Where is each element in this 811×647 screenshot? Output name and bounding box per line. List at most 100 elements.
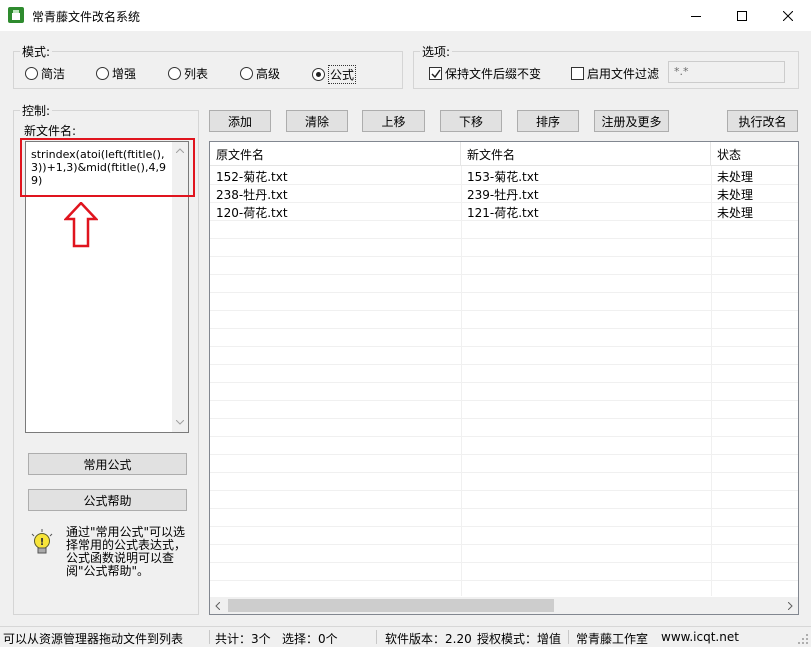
radio-indicator-selected [312,68,325,81]
column-status[interactable]: 状态 [711,142,798,166]
status-separator [568,630,569,644]
row-cell-status: 未处理 [717,169,754,184]
filter-input[interactable]: *.* [668,61,785,83]
radio-indicator [25,67,38,80]
hscroll-thumb[interactable] [228,599,554,612]
close-icon [783,10,793,21]
row-cell-original: 238-牡丹.txt [216,187,288,202]
clear-button[interactable]: 清除 [286,110,348,132]
hint-text: 通过"常用公式"可以选择常用的公式表达式，公式函数说明可以查阅"公式帮助"。 [66,525,187,578]
empty-row [210,239,798,257]
row-cell-status: 未处理 [717,187,754,202]
empty-row [210,437,798,455]
control-label: 控制: [20,102,53,119]
row-cell-original: 152-菊花.txt [216,169,288,184]
file-list-header: 原文件名 新文件名 状态 [210,142,798,166]
move-down-button[interactable]: 下移 [440,110,502,132]
scroll-right-icon [788,602,793,610]
row-cell-new: 121-荷花.txt [467,205,539,220]
status-separator [209,630,210,644]
row-cell-original: 120-荷花.txt [216,205,288,220]
close-button[interactable] [765,0,811,31]
mode-radio-advanced[interactable]: 高级 [240,65,280,82]
up-arrow-icon [64,202,98,248]
column-new-name[interactable]: 新文件名 [461,142,711,166]
status-selected: 选择：0个 [282,632,338,646]
mode-label: 模式: [20,43,53,60]
keep-ext-checkbox[interactable]: 保持文件后缀不变 [429,65,541,82]
radio-label: 增强 [112,67,137,81]
empty-row [210,275,798,293]
column-original-name[interactable]: 原文件名 [210,142,461,166]
empty-row [210,455,798,473]
empty-row [210,383,798,401]
maximize-button[interactable] [719,0,765,31]
mode-radio-list[interactable]: 列表 [168,65,208,82]
status-license: 授权模式：增值 [477,632,562,646]
scroll-left-icon [215,602,220,610]
svg-text:!: ! [40,537,45,548]
table-row[interactable]: 152-菊花.txt 153-菊花.txt 未处理 [210,167,798,185]
empty-row [210,473,798,491]
minimize-icon [691,15,701,17]
common-formula-button[interactable]: 常用公式 [28,453,187,475]
empty-row [210,401,798,419]
status-separator [376,630,377,644]
row-cell-new: 153-菊花.txt [467,169,539,184]
empty-row [210,545,798,563]
sort-button[interactable]: 排序 [517,110,579,132]
window-title: 常青藤文件改名系统 [32,10,141,24]
empty-row [210,419,798,437]
options-label: 选项: [420,43,453,60]
empty-row [210,365,798,383]
scroll-down-icon [176,420,184,425]
empty-row [210,221,798,239]
checkmark-icon [430,69,441,78]
empty-row [210,563,798,581]
execute-rename-button[interactable]: 执行改名 [727,110,798,132]
row-cell-new: 239-牡丹.txt [467,187,539,202]
mode-radio-formula[interactable]: 公式 [312,65,357,84]
mode-radio-simple[interactable]: 简洁 [25,65,65,82]
radio-label: 简洁 [41,67,66,81]
checkbox-label: 启用文件过滤 [587,67,660,81]
radio-label: 列表 [184,67,209,81]
resize-grip-icon[interactable] [797,633,809,645]
register-more-button[interactable]: 注册及更多 [594,110,669,132]
status-version: 软件版本：2.20 [385,632,472,646]
new-name-label: 新文件名: [24,124,77,138]
file-list-hscrollbar[interactable] [210,597,798,614]
radio-indicator [240,67,253,80]
add-button[interactable]: 添加 [209,110,271,132]
radio-label: 公式 [328,65,357,84]
table-row[interactable]: 238-牡丹.txt 239-牡丹.txt 未处理 [210,185,798,203]
empty-row [210,293,798,311]
mode-radio-enhanced[interactable]: 增强 [96,65,136,82]
formula-help-button[interactable]: 公式帮助 [28,489,187,511]
minimize-button[interactable] [673,0,719,31]
file-list[interactable]: 原文件名 新文件名 状态 152-菊花.txt 153-菊花.txt 未处理 238-… [209,141,799,615]
table-row[interactable]: 120-荷花.txt 121-荷花.txt 未处理 [210,203,798,221]
checkbox-indicator [571,67,584,80]
empty-row [210,329,798,347]
status-total: 共计：3个 [215,632,271,646]
status-hint: 可以从资源管理器拖动文件到列表 [3,632,184,646]
radio-indicator [168,67,181,80]
status-bar: 可以从资源管理器拖动文件到列表 共计：3个 选择：0个 软件版本：2.20 授权… [0,626,811,646]
empty-row [210,347,798,365]
row-cell-status: 未处理 [717,205,754,220]
enable-filter-checkbox[interactable]: 启用文件过滤 [571,65,659,82]
lightbulb-icon: ! [31,529,53,554]
app-icon [8,7,24,23]
annotation-box [20,138,195,197]
radio-label: 高级 [256,67,281,81]
empty-row [210,257,798,275]
empty-row [210,491,798,509]
empty-row [210,311,798,329]
empty-row [210,509,798,527]
radio-indicator [96,67,109,80]
status-website[interactable]: www.icqt.net [661,630,739,644]
move-up-button[interactable]: 上移 [362,110,425,132]
checkbox-indicator [429,67,442,80]
status-studio: 常青藤工作室 [576,632,649,646]
